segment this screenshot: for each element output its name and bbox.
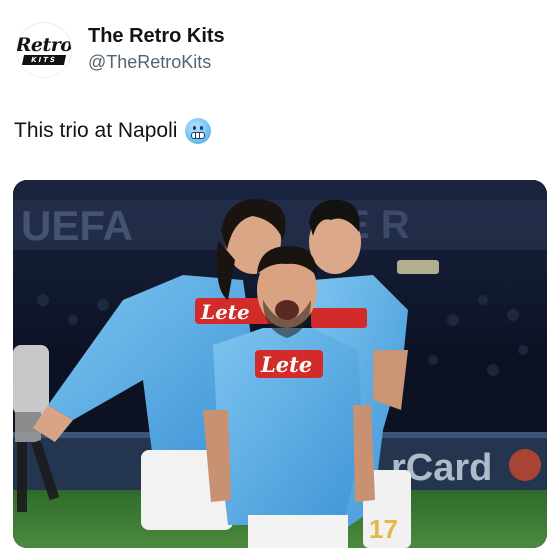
svg-text:Lete: Lete [200,300,250,324]
account-handle[interactable]: @TheRetroKits [88,50,225,74]
post-header: Retro KITS The Retro Kits @TheRetroKits [16,22,544,78]
account-names: The Retro Kits @TheRetroKits [88,22,225,74]
display-name[interactable]: The Retro Kits [88,24,225,48]
stadium-light [397,260,439,274]
shirt-number: 17 [369,514,398,544]
background-banner-text: UEFA [21,202,133,249]
avatar-logo-banner: KITS [21,54,66,65]
cold-face-emoji-icon [185,118,212,144]
avatar-logo-script: Retro [16,33,72,56]
post-text-content: This trio at Napoli [14,119,178,142]
avatar[interactable]: Retro KITS [16,22,72,78]
svg-text:Lete: Lete [260,352,312,377]
post-photo[interactable]: UEFA E R rCard Lete 17 Lete [13,180,547,548]
post-text: This trio at Napoli [14,116,212,146]
